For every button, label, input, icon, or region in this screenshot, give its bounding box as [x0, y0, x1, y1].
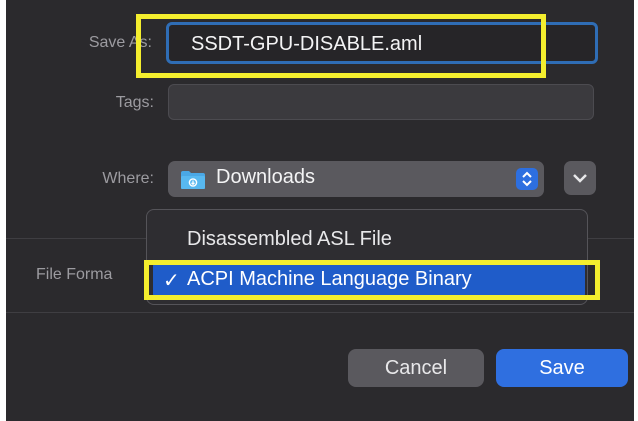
divider [6, 312, 634, 313]
cancel-button[interactable]: Cancel [348, 349, 484, 387]
chevron-down-icon [573, 174, 587, 183]
where-value: Downloads [216, 166, 315, 188]
expand-dialog-button[interactable] [564, 161, 596, 195]
file-format-label: File Forma [36, 266, 113, 283]
save-dialog: Save As: SSDT-GPU-DISABLE.aml Tags: Wher… [6, 0, 634, 421]
up-down-chevron-icon[interactable] [516, 168, 538, 190]
highlight-box-filename [136, 14, 546, 78]
tags-input[interactable] [168, 84, 594, 120]
save-button[interactable]: Save [496, 349, 628, 387]
where-label: Where: [102, 170, 154, 187]
downloads-folder-icon [181, 171, 205, 189]
where-location-popup[interactable]: Downloads [168, 161, 544, 197]
menu-item-disassembled-asl[interactable]: Disassembled ASL File [187, 228, 392, 251]
highlight-box-format [144, 260, 600, 300]
tags-label: Tags: [115, 94, 154, 111]
